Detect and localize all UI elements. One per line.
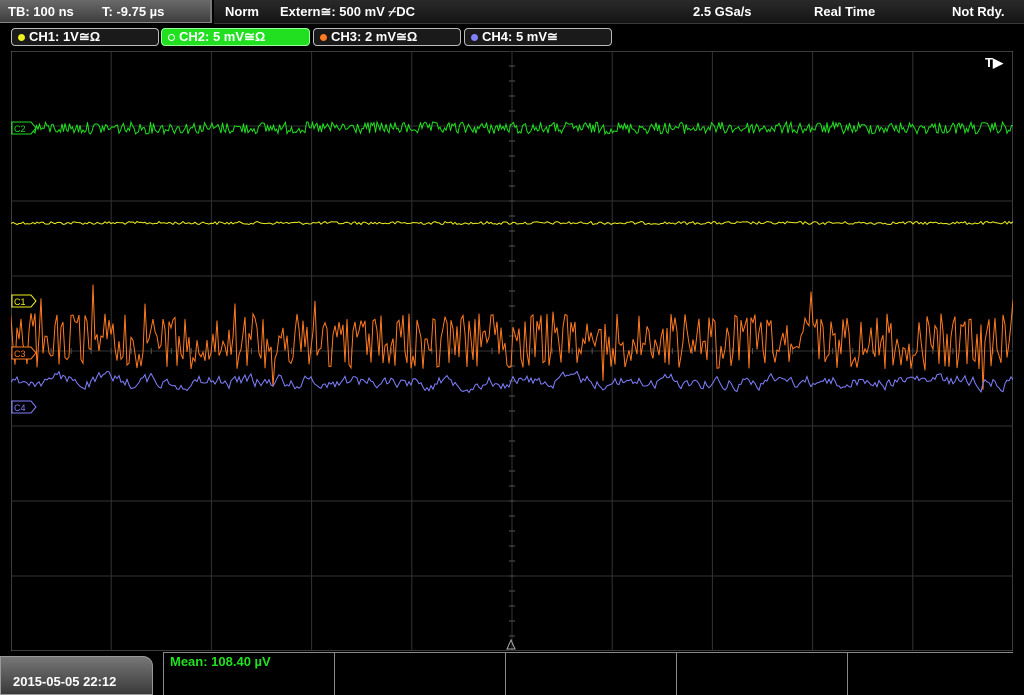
status-bar: TB: 100 ns T: -9.75 µs Norm Extern≅: 500… (0, 0, 1024, 24)
ch3-offset-marker[interactable]: C3 (11, 346, 37, 360)
timebase-panel[interactable]: TB: 100 ns T: -9.75 µs (0, 0, 212, 23)
tab-ch1[interactable]: CH1: 1V≅Ω (11, 28, 159, 46)
ch1-marker-label: C1 (14, 297, 26, 307)
tab-ch4[interactable]: CH4: 5 mV≅ (464, 28, 612, 46)
ch4-color-icon (471, 34, 478, 41)
timebase-value: TB: 100 ns (8, 4, 74, 19)
measurement-cell-5[interactable] (847, 652, 1013, 695)
measurement-cell-1[interactable]: Mean: 108.40 µV (163, 652, 334, 695)
trigger-mode[interactable]: Norm (225, 4, 259, 19)
ch1-offset-marker[interactable]: C1 (11, 294, 37, 308)
measurement-bar: Mean: 108.40 µV (163, 652, 1013, 695)
measurement-cell-3[interactable] (505, 652, 676, 695)
ch4-label: CH4: 5 mV≅ (482, 29, 558, 44)
ch4-offset-marker[interactable]: C4 (11, 400, 37, 414)
ch3-color-icon (320, 34, 327, 41)
ch2-color-icon (168, 34, 175, 41)
acquisition-mode: Real Time (814, 4, 876, 19)
date-time: 2015-05-05 22:12 (13, 674, 117, 689)
trigger-source[interactable]: Extern≅: 500 mV ⌿DC (280, 4, 415, 20)
measurement-cell-2[interactable] (334, 652, 505, 695)
sample-rate: 2.5 GSa/s (693, 4, 752, 19)
ch2-label: CH2: 5 mV≅Ω (179, 29, 266, 44)
measurement-cell-4[interactable] (676, 652, 847, 695)
ch2-marker-label: C2 (14, 124, 26, 134)
ch3-marker-label: C3 (14, 349, 26, 359)
mean-measurement: Mean: 108.40 µV (170, 654, 271, 669)
ch1-label: CH1: 1V≅Ω (29, 29, 101, 44)
trigger-position-marker[interactable]: T▶ (985, 55, 1004, 70)
date-time-panel: 2015-05-05 22:12 (0, 656, 153, 695)
trigger-time-value: T: -9.75 µs (102, 4, 165, 19)
tab-ch2[interactable]: CH2: 5 mV≅Ω (161, 28, 310, 46)
ch4-marker-label: C4 (14, 403, 26, 413)
ch2-offset-marker[interactable]: C2 (11, 121, 37, 135)
waveform-display[interactable]: C1 C2 C3 C4 T▶ (11, 51, 1013, 651)
acquisition-status: Not Rdy. (952, 4, 1005, 19)
ch3-label: CH3: 2 mV≅Ω (331, 29, 418, 44)
tab-ch3[interactable]: CH3: 2 mV≅Ω (313, 28, 461, 46)
ch1-color-icon (18, 34, 25, 41)
